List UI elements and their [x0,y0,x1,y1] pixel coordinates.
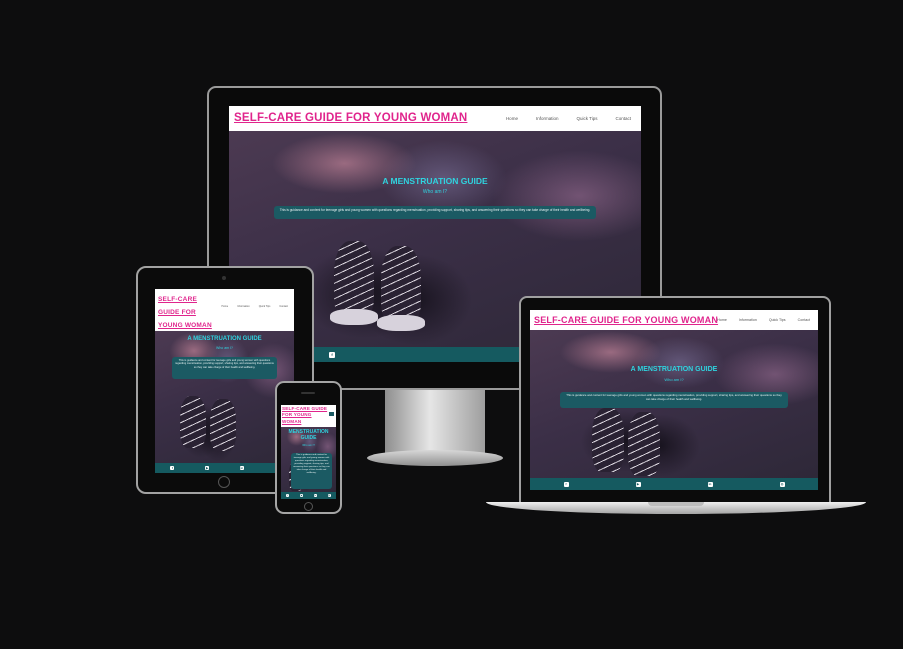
laptop-screen: SELF-CARE GUIDE FOR YOUNG WOMAN Home Inf… [530,310,818,490]
intro-text: This is guidance and content for teenage… [279,208,591,212]
nav-home[interactable]: Home [506,116,518,121]
tablet-sneaker-left [180,396,206,448]
phone-footer: f ▶ in ◎ [281,492,336,499]
laptop-linkedin-icon[interactable]: in [707,481,713,487]
site-navbar: SELF-CARE GUIDE FOR YOUNG WOMAN Home Inf… [229,106,641,131]
phone-hero-title: MENSTRUATION GUIDE [281,429,336,441]
phone-instagram-icon[interactable]: ◎ [327,494,331,497]
tablet-footer: f ▶ in ◎ [155,463,294,473]
tablet-intro-box: This is guidance and content for teenage… [172,357,277,379]
phone-youtube-icon[interactable]: ▶ [300,494,304,497]
phone-brand[interactable]: SELF-CARE GUIDE FOR YOUNG WOMAN [282,406,328,425]
sneaker-right-sole [377,315,425,331]
laptop-intro-text: This is guidance and content for teenage… [566,393,782,401]
tablet-intro-text: This is guidance and content for teenage… [175,359,274,369]
tablet-nav-information[interactable]: Information [237,305,250,308]
phone-hero-title-line2: GUIDE [300,435,317,441]
tablet-sneaker-right [210,399,236,451]
laptop-nav-quick-tips[interactable]: Quick Tips [769,318,786,322]
phone-screen: SELF-CARE GUIDE FOR YOUNG WOMAN MENSTRUA… [281,405,336,499]
nav-information[interactable]: Information [536,116,559,121]
hero-subtitle: Who am I? [422,189,448,195]
tablet-nav-contact[interactable]: Contact [279,305,288,308]
laptop-footer: f ▶ in ◎ [530,478,818,490]
laptop-nav-information[interactable]: Information [739,318,757,322]
nav-contact[interactable]: Contact [615,116,631,121]
laptop-nav-home[interactable]: Home [717,318,727,322]
intro-text-box: This is guidance and content for teenage… [274,206,596,219]
laptop-nav-links: Home Information Quick Tips Contact [717,318,810,322]
site-brand[interactable]: SELF-CARE GUIDE FOR YOUNG WOMAN [234,112,467,124]
laptop-navbar: SELF-CARE GUIDE FOR YOUNG WOMAN Home Inf… [530,310,818,330]
laptop-instagram-icon[interactable]: ◎ [779,481,785,487]
laptop-youtube-icon[interactable]: ▶ [635,481,641,487]
laptop-brand[interactable]: SELF-CARE GUIDE FOR YOUNG WOMAN [534,315,718,325]
tablet-hero-image: A MENSTRUATION GUIDE Who am I? This is g… [155,331,294,463]
nav-quick-tips[interactable]: Quick Tips [576,116,597,121]
tablet-home-button[interactable] [218,476,230,488]
tablet-brand-line2: GUIDE FOR [158,309,196,316]
phone-linkedin-icon[interactable]: in [313,494,317,497]
phone-mockup: SELF-CARE GUIDE FOR YOUNG WOMAN MENSTRUA… [275,381,342,514]
tablet-hero-title: A MENSTRUATION GUIDE [187,336,262,342]
tablet-screen: SELF-CARE GUIDE FOR YOUNG WOMAN Home Inf… [155,289,294,473]
nav-links: Home Information Quick Tips Contact [506,116,631,121]
sneaker-right [381,246,421,326]
tablet-linkedin-icon[interactable]: in [239,466,244,470]
tablet-nav-links: Home Information Quick Tips Contact [222,305,288,308]
phone-intro-text: This is guidance and content for teenage… [293,454,330,474]
tablet-nav-quick-tips[interactable]: Quick Tips [259,305,271,308]
phone-brand-line3: WOMAN [282,418,302,424]
phone-speaker [301,392,315,394]
phone-hero-subtitle: Who am I? [302,444,315,447]
laptop-intro-box: This is guidance and content for teenage… [560,392,788,408]
hamburger-menu-icon[interactable] [329,412,334,416]
facebook-icon[interactable]: f [329,351,335,358]
sneaker-left-sole [330,309,378,325]
phone-intro-box: This is guidance and content for teenage… [291,453,332,489]
hero-title: A MENSTRUATION GUIDE [382,176,488,186]
tablet-facebook-icon[interactable]: f [170,466,175,470]
laptop-sneaker-left [592,408,624,472]
tablet-camera [222,276,226,280]
laptop-facebook-icon[interactable]: f [563,481,569,487]
laptop-hero-image: A MENSTRUATION GUIDE Who am I? This is g… [530,330,818,478]
laptop-nav-contact[interactable]: Contact [798,318,810,322]
tablet-brand-line1: SELF-CARE [158,296,197,303]
laptop-hero-title: A MENSTRUATION GUIDE [630,366,718,373]
phone-facebook-icon[interactable]: f [286,494,290,497]
tablet-brand[interactable]: SELF-CARE GUIDE FOR YOUNG WOMAN [158,293,212,332]
phone-home-button[interactable] [304,502,313,511]
tablet-hero-subtitle: Who am I? [216,346,233,350]
laptop-notch [648,502,704,506]
laptop-mockup: SELF-CARE GUIDE FOR YOUNG WOMAN Home Inf… [486,296,866,518]
desktop-stand-base [367,450,503,466]
laptop-sneaker-right [628,412,660,476]
tablet-youtube-icon[interactable]: ▶ [205,466,210,470]
phone-navbar: SELF-CARE GUIDE FOR YOUNG WOMAN [281,405,336,427]
desktop-stand-neck [385,390,485,456]
tablet-navbar: SELF-CARE GUIDE FOR YOUNG WOMAN Home Inf… [155,289,294,331]
laptop-hero-subtitle: Who am I? [664,377,684,382]
tablet-nav-home[interactable]: Home [222,305,229,308]
phone-hero-image: MENSTRUATION GUIDE Who am I? This is gui… [281,427,336,492]
